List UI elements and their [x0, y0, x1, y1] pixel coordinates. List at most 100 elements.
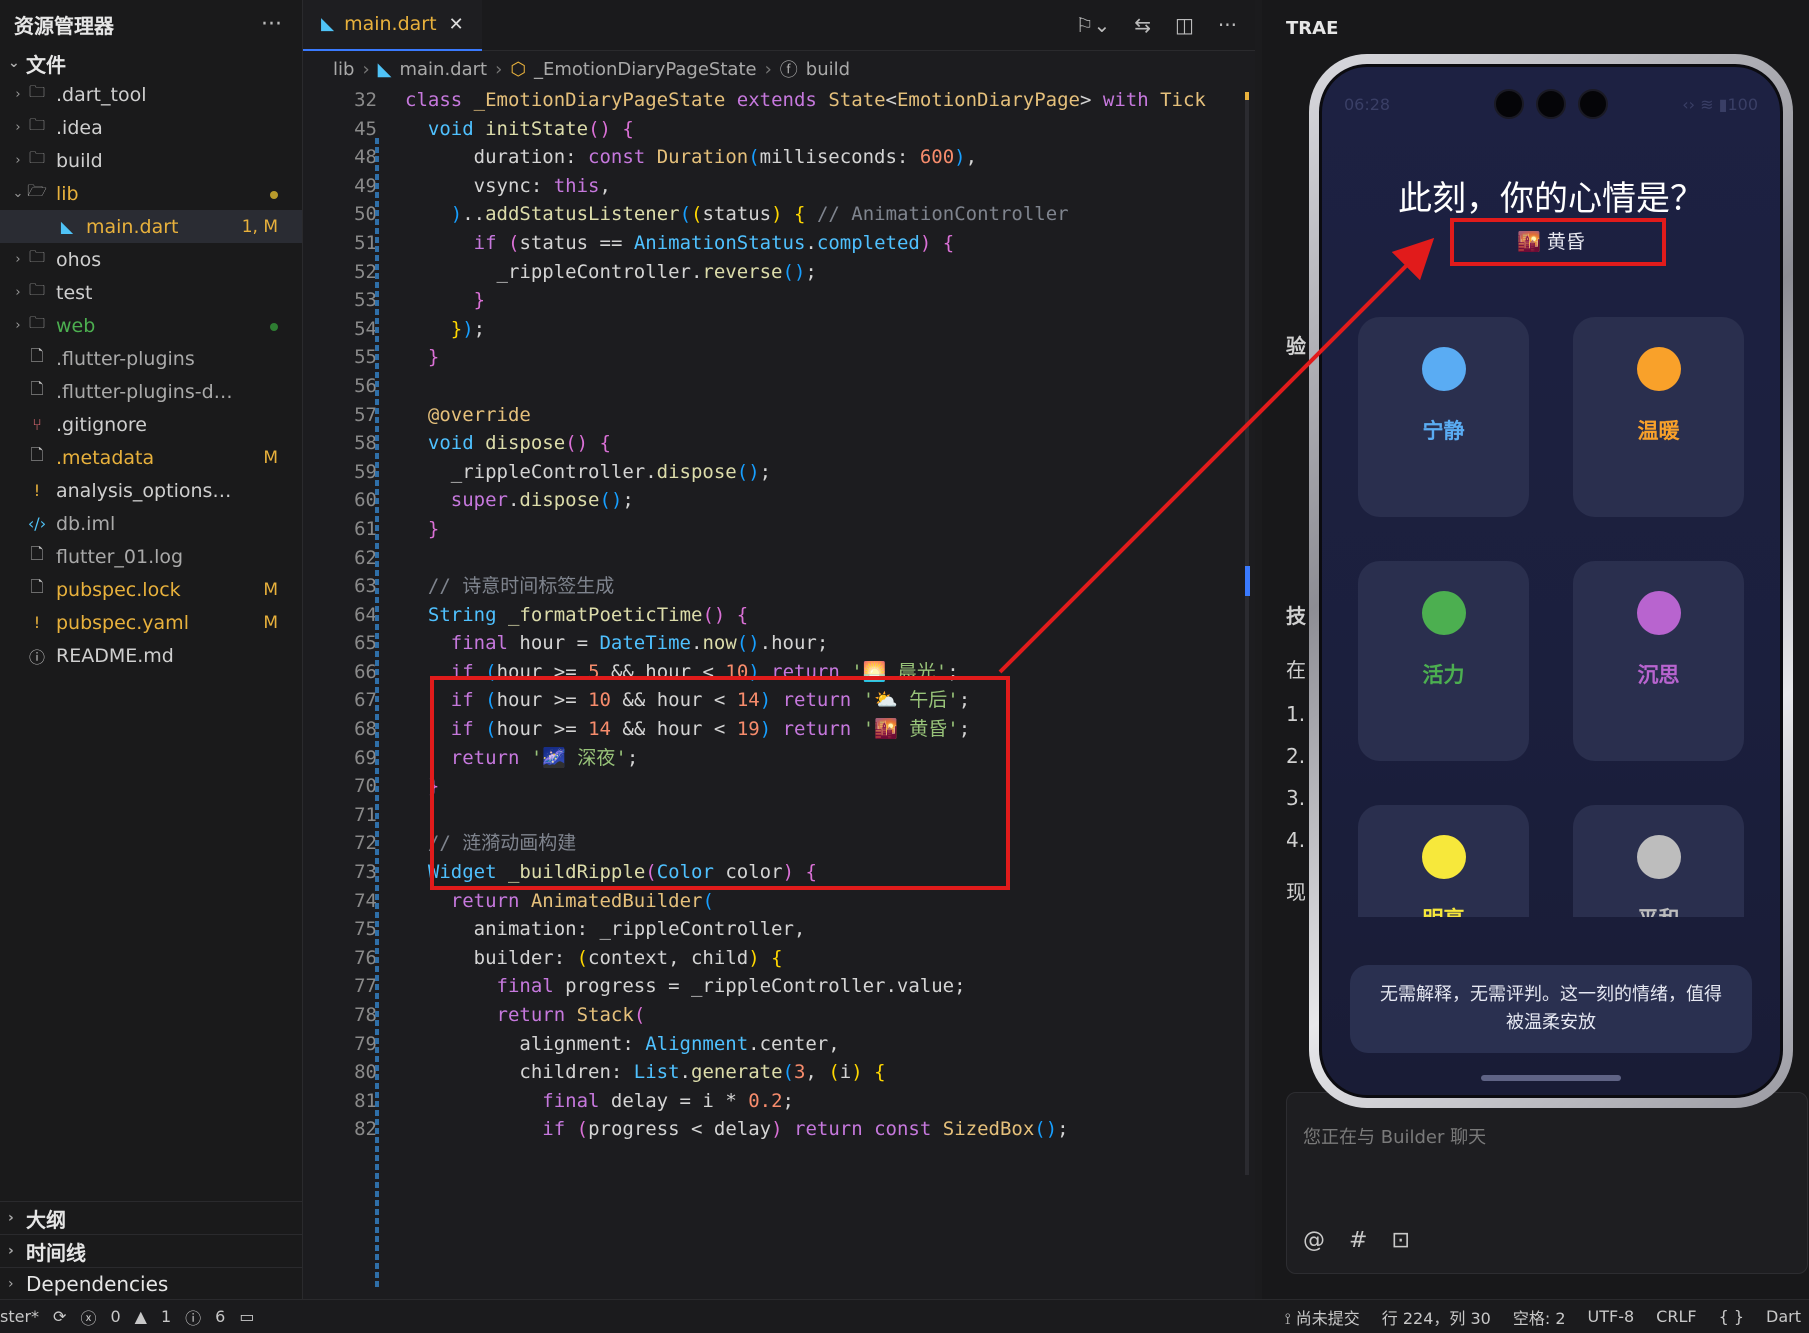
tree-item[interactable]: ⌄ 🗁 lib — [0, 177, 302, 210]
code-text: return Stack( — [496, 1004, 646, 1026]
line-number: 56 — [354, 374, 377, 397]
dart-icon: ◣ — [321, 14, 335, 34]
mood-card[interactable]: 明亮 — [1358, 805, 1529, 917]
code-text: alignment: Alignment.center, — [405, 1032, 840, 1055]
folder-icon: 🗀 — [28, 82, 45, 101]
tree-item[interactable]: ◣ main.dart 1, M — [0, 210, 302, 243]
code-line: 60 super.dispose(); — [303, 486, 1255, 515]
chat-input[interactable]: 您正在与 Builder 聊天 @ # ⊡ — [1286, 1092, 1808, 1274]
breadcrumb-class[interactable]: _EmotionDiaryPageState — [534, 59, 757, 80]
line-ending[interactable]: CRLF — [1656, 1307, 1696, 1326]
branch-name[interactable]: ster* — [0, 1307, 39, 1326]
line-number: 58 — [354, 432, 377, 455]
git-status-badge — [234, 184, 302, 204]
section-timeline[interactable]: › 时间线 — [0, 1234, 302, 1267]
run-debug-icon[interactable]: ⚐⌄ — [1076, 13, 1111, 37]
section-outline[interactable]: › 大纲 — [0, 1201, 302, 1234]
tree-item-label: db.iml — [56, 512, 116, 535]
code-line: 76 builder: (context, child) { — [303, 944, 1255, 973]
tree-item[interactable]: ⑂ .gitignore — [0, 408, 302, 441]
code-text: return AnimatedBuilder( — [450, 889, 714, 912]
error-icon[interactable]: ⓧ — [80, 1305, 96, 1329]
sync-icon[interactable]: ⟳ — [53, 1307, 66, 1326]
encoding[interactable]: UTF-8 — [1588, 1307, 1635, 1326]
cursor-position[interactable]: 行 224，列 30 — [1382, 1305, 1491, 1329]
code-line: 75 animation: _rippleController, — [303, 915, 1255, 944]
tab-main-dart[interactable]: ◣ main.dart ✕ — [303, 0, 482, 51]
tree-item[interactable]: › 🗀 build — [0, 144, 302, 177]
split-editor-icon[interactable]: ◫ — [1175, 13, 1194, 37]
explorer-header: 资源管理器 ··· — [0, 0, 302, 48]
code-line: 49 vsync: this, — [303, 172, 1255, 201]
breadcrumb-lib[interactable]: lib — [333, 59, 354, 80]
tree-item-label: test — [56, 281, 93, 304]
code-text: final hour = DateTime.now().hour; — [450, 632, 829, 655]
line-number: 45 — [354, 117, 377, 140]
file-icon: 🗋 — [30, 544, 44, 563]
code-line: 56 — [303, 372, 1255, 401]
tree-item[interactable]: › 🗀 .idea — [0, 111, 302, 144]
tree-item[interactable]: 🗋 .flutter-plugins — [0, 342, 302, 375]
mood-card[interactable]: 活力 — [1358, 561, 1529, 761]
code-line: 52 _rippleController.reverse(); — [303, 258, 1255, 287]
tree-item[interactable]: › 🗀 web — [0, 309, 302, 342]
git-status[interactable]: ⟟ 尚未提交 — [1285, 1305, 1360, 1329]
code-line: 53 } — [303, 286, 1255, 315]
indentation[interactable]: 空格: 2 — [1513, 1305, 1566, 1329]
info-icon[interactable]: ⓘ — [185, 1305, 201, 1329]
tree-item[interactable]: 🗋 .metadata M — [0, 441, 302, 474]
more-icon[interactable]: ··· — [1218, 13, 1237, 37]
line-number: 63 — [354, 575, 377, 598]
tree-item[interactable]: ! analysis_options.yaml — [0, 474, 302, 507]
folder-icon: 🗀 — [28, 115, 45, 134]
tree-item[interactable]: ! pubspec.yaml M — [0, 606, 302, 639]
mood-card[interactable]: 温暖 — [1573, 317, 1744, 517]
language-mode[interactable]: Dart — [1766, 1307, 1801, 1326]
code-line: 58 void dispose() { — [303, 429, 1255, 458]
tree-item[interactable]: › 🗀 test — [0, 276, 302, 309]
git-status-badge: M — [263, 579, 278, 600]
tree-item[interactable]: 🗋 pubspec.lock M — [0, 573, 302, 606]
mood-color-dot — [1421, 835, 1466, 879]
tree-item[interactable]: ⓘ README.md — [0, 639, 302, 672]
code-text: } — [473, 289, 486, 312]
home-indicator — [1481, 1075, 1621, 1081]
info-icon: ⓘ — [28, 647, 45, 667]
breadcrumb-method[interactable]: build — [806, 59, 850, 80]
line-number: 69 — [354, 746, 377, 769]
tree-item[interactable]: › 🗀 .dart_tool — [0, 78, 302, 111]
code-text: final progress = _rippleController.value… — [496, 975, 966, 998]
code-line: 78 return Stack( — [303, 1001, 1255, 1030]
breadcrumb-file[interactable]: main.dart — [399, 59, 487, 80]
tree-item[interactable]: 🗋 flutter_01.log — [0, 540, 302, 573]
mention-icon[interactable]: @ — [1303, 1228, 1325, 1253]
git-status-label: 尚未提交 — [1295, 1308, 1360, 1328]
more-icon[interactable]: ··· — [261, 12, 282, 37]
line-number: 67 — [354, 689, 377, 712]
editor-toolbar: ⚐⌄ ⇆ ◫ ··· — [1076, 0, 1237, 50]
code-line: 59 _rippleController.dispose(); — [303, 458, 1255, 487]
tree-item-label: .idea — [56, 116, 103, 139]
mood-card[interactable]: 沉思 — [1573, 561, 1744, 761]
class-icon: ⬡ — [510, 58, 527, 80]
section-files[interactable]: ⌄ 文件 — [0, 48, 302, 78]
close-icon[interactable]: ✕ — [449, 14, 464, 35]
tree-item-label: analysis_options.yaml — [56, 479, 234, 502]
mood-card[interactable]: 平和 — [1573, 805, 1744, 917]
code-line: 62 — [303, 544, 1255, 573]
hash-icon[interactable]: # — [1349, 1228, 1367, 1253]
image-icon[interactable]: ⊡ — [1391, 1228, 1409, 1253]
mood-card[interactable]: 宁静 — [1358, 317, 1529, 517]
scrollbar[interactable] — [1245, 86, 1251, 1186]
warning-icon[interactable]: ▲ — [135, 1307, 147, 1326]
compare-changes-icon[interactable]: ⇆ — [1134, 13, 1151, 37]
tree-item[interactable]: ‹/› db.iml — [0, 507, 302, 540]
tree-item[interactable]: › 🗀 ohos — [0, 243, 302, 276]
line-number: 49 — [354, 174, 377, 197]
line-number: 76 — [354, 946, 377, 969]
yaml-icon: ! — [33, 613, 41, 632]
language-braces[interactable]: { } — [1719, 1307, 1744, 1326]
tree-item[interactable]: 🗋 .flutter-plugins-dependen... — [0, 375, 302, 408]
section-dependencies[interactable]: › Dependencies — [0, 1267, 302, 1300]
chat-icon[interactable]: ▭ — [239, 1307, 254, 1326]
